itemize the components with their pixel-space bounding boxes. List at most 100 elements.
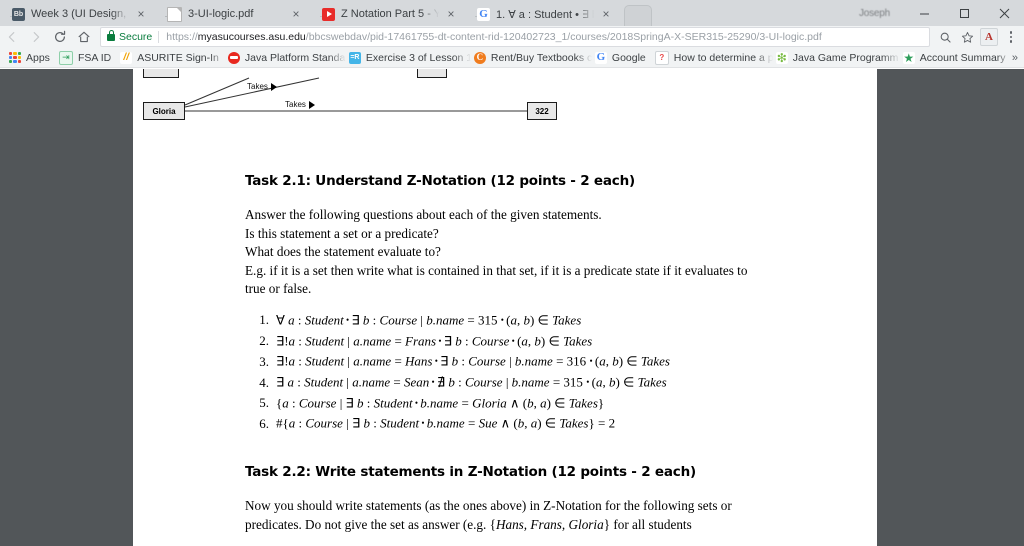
tab-youtube[interactable]: Z Notation Part 5 - YouTu × (310, 2, 465, 26)
forward-arrow-icon[interactable] (24, 26, 48, 48)
home-icon[interactable] (72, 26, 96, 48)
math-token: : (454, 374, 465, 390)
math-token: Hans (405, 353, 433, 369)
bookmark-java-platform[interactable]: Java Platform Standa (225, 49, 346, 67)
bookmark-rent-buy-textbooks[interactable]: C Rent/Buy Textbooks c (471, 49, 592, 67)
math-token: ) ∈ (546, 395, 569, 411)
math-token: : (295, 333, 306, 349)
math-token: : (363, 395, 374, 411)
extension-label: A (985, 30, 993, 43)
diagram-edges (184, 77, 527, 112)
leaf-icon: ❇ (775, 51, 788, 64)
zoom-magnifier-icon[interactable] (934, 26, 956, 48)
math-token: #{ (276, 415, 289, 431)
math-token: b.name (426, 312, 465, 328)
security-badge: Secure (119, 31, 153, 43)
task-2-2-line-1: Now you should write statements (as the … (245, 498, 718, 514)
math-token: Student (305, 333, 345, 349)
math-token: : (370, 415, 381, 431)
apps-grid-icon (9, 51, 21, 64)
bookmarks-bar: Apps ⇥ FSA ID // ASURITE Sign-In Java Pl… (0, 48, 1024, 68)
diagram-edge-label: Takes (285, 100, 315, 109)
tab-week3[interactable]: Bb Week 3 (UI Design, Logic × (0, 2, 155, 26)
math-token: : (369, 312, 380, 328)
maximize-icon[interactable] (944, 0, 984, 26)
close-icon[interactable]: × (443, 6, 459, 22)
bookmark-account-summary[interactable]: ★ Account Summary (900, 49, 1012, 67)
minimize-icon[interactable] (904, 0, 944, 26)
url-path: /bbcswebdav/pid-17461755-dt-content-rid-… (305, 31, 822, 43)
bookmark-label: Exercise 3 of Lesson 1 (365, 51, 471, 64)
z-statement-item: 5. {a : Course | ∃ b : Student • b.name =… (245, 393, 877, 414)
pdf-text-content: Task 2.1: Understand Z-Notation (12 poin… (133, 127, 877, 534)
back-arrow-icon[interactable] (0, 26, 24, 48)
task-2-1-example: E.g. if it is a set then write what is c… (245, 262, 748, 297)
close-icon[interactable] (984, 0, 1024, 26)
set-member-names: Hans, Frans, Gloria (495, 516, 604, 532)
math-token: } (597, 395, 605, 411)
z-statement-item: 6. #{a : Course | ∃ b : Student • b.name … (245, 413, 877, 434)
math-token: Course (471, 333, 510, 349)
bookmark-exercise-3[interactable]: =R Exercise 3 of Lesson 1 (346, 49, 471, 67)
close-icon[interactable]: × (598, 6, 614, 22)
new-tab-button[interactable] (624, 5, 652, 26)
address-bar[interactable]: Secure https://myasucourses.asu.edu/bbcs… (100, 27, 930, 47)
pdf-page: Gloria 322 Takes Takes Task 2.1: Underst… (133, 69, 877, 546)
bookmark-java-game-programming[interactable]: ❇ Java Game Programm (773, 49, 900, 67)
math-token: = (391, 353, 406, 369)
tab-title: 1. ∀ a : Student • ∃ b : Co (496, 8, 594, 21)
math-token: Course (468, 353, 506, 369)
z-statement-text: ∃!a : Student | a.name = Hans • ∃ b : Co… (276, 351, 670, 372)
close-icon[interactable]: × (288, 6, 304, 22)
bookmark-apps[interactable]: Apps (6, 49, 56, 67)
uml-object-diagram: Gloria 322 Takes Takes (133, 69, 877, 127)
z-statement-item: 1. ∀ a : Student • ∃ b : Course | b.name … (245, 310, 877, 331)
math-token: ) ∈ (615, 374, 638, 390)
math-token: Student (380, 415, 420, 431)
math-token: • (436, 335, 444, 346)
bookmark-fsa-id[interactable]: ⇥ FSA ID (56, 49, 117, 67)
math-token: Student (373, 395, 413, 411)
math-token: ∃ (345, 395, 358, 411)
star-outline-icon[interactable] (956, 26, 978, 48)
question-icon: ? (654, 50, 669, 65)
tab-title: Z Notation Part 5 - YouTu (341, 8, 439, 20)
reload-icon[interactable] (48, 26, 72, 48)
adobe-acrobat-extension-icon[interactable]: A (978, 26, 1000, 48)
close-icon[interactable]: × (133, 6, 149, 22)
exercise-icon: =R (348, 51, 361, 64)
math-token: ∃ (440, 353, 452, 369)
bookmarks-overflow-icon[interactable]: » (1012, 52, 1018, 64)
math-token: • (432, 356, 441, 367)
fsa-id-icon: ⇥ (58, 50, 73, 65)
tab-google-search[interactable]: G 1. ∀ a : Student • ∃ b : Co × (465, 2, 620, 26)
url-scheme: https:// (166, 31, 198, 43)
heading-task-2-2: Task 2.2: Write statements in Z-Notation… (245, 464, 696, 481)
pdf-viewer[interactable]: Gloria 322 Takes Takes Task 2.1: Underst… (0, 69, 1024, 546)
star-icon: ★ (902, 51, 915, 64)
three-dot-menu-icon[interactable] (1000, 26, 1022, 48)
math-token: : (293, 374, 305, 390)
youtube-icon (322, 7, 335, 21)
math-token: Course (379, 312, 418, 328)
profile-name[interactable]: Joseph (859, 8, 890, 19)
z-notation-statement-list: 1. ∀ a : Student • ∃ b : Course | b.name … (245, 310, 877, 434)
math-token: Gloria (472, 395, 507, 411)
math-token: = 315 (549, 374, 587, 390)
task-2-2-body: Now you should write statements (as the … (245, 497, 780, 534)
math-token: ∀ (276, 312, 289, 328)
tab-pdf[interactable]: 3-UI-logic.pdf × (155, 2, 310, 26)
math-token: Takes (552, 312, 582, 328)
math-token: ∧ ( (506, 395, 528, 411)
math-token: Takes (568, 395, 598, 411)
math-token: = (390, 374, 404, 390)
math-token: ∧ ( (497, 415, 518, 431)
bookmark-asurite-sign-in[interactable]: // ASURITE Sign-In (117, 49, 225, 67)
task-2-1-line-2: Is this statement a set or a predicate? (245, 225, 439, 241)
bookmark-how-to-determine[interactable]: ? How to determine a p (652, 49, 773, 67)
math-token: b.name (514, 353, 553, 369)
bookmark-google[interactable]: G Google (592, 49, 652, 67)
java-icon (227, 51, 240, 64)
math-token: • (419, 418, 427, 429)
math-token: ∃! (276, 333, 289, 349)
